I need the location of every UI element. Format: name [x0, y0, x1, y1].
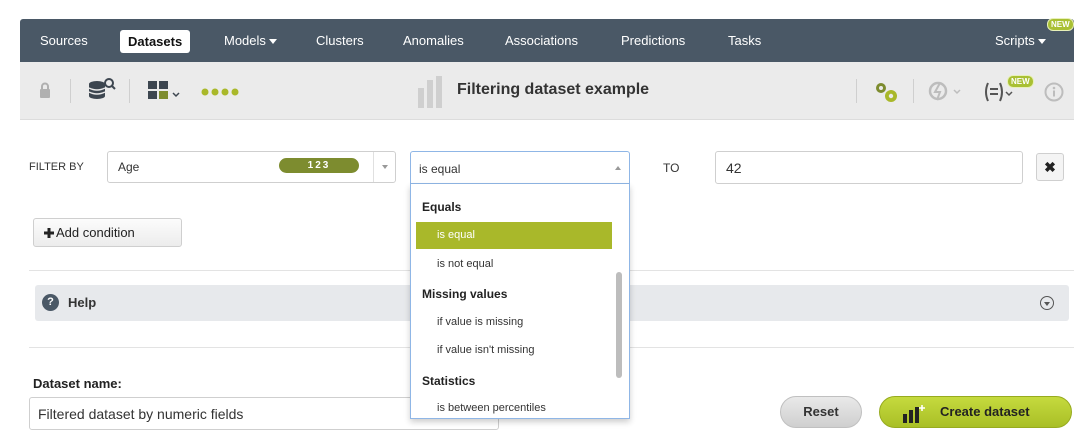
operator-select-value: is equal — [419, 162, 461, 176]
create-dataset-button[interactable]: Create dataset — [879, 396, 1072, 428]
nav-models[interactable]: Models — [224, 19, 277, 62]
fields-menu-icon[interactable] — [147, 80, 181, 102]
configure-gears-icon[interactable] — [872, 80, 900, 104]
add-condition-button[interactable]: Add condition — [33, 218, 182, 247]
page: Sources Datasets Models Clusters Anomali… — [0, 0, 1082, 441]
pagination-dots-icon[interactable] — [200, 87, 242, 97]
nav-clusters[interactable]: Clusters — [316, 19, 364, 62]
dataset-name-label: Dataset name: — [33, 376, 122, 391]
remove-condition-button[interactable]: ✖ — [1036, 153, 1064, 181]
nav-scripts-label: Scripts — [995, 33, 1035, 48]
add-condition-label: Add condition — [56, 225, 135, 240]
nav-tasks[interactable]: Tasks — [728, 19, 761, 62]
scripts-new-badge: NEW — [1047, 18, 1074, 31]
create-dataset-label: Create dataset — [940, 404, 1030, 419]
group-equals: Equals — [422, 200, 462, 214]
field-select-arrow[interactable] — [373, 152, 395, 182]
option-is-not-equal[interactable]: is not equal — [416, 251, 612, 278]
reset-button[interactable]: Reset — [780, 396, 862, 428]
nav-anomalies[interactable]: Anomalies — [403, 19, 464, 62]
dataset-bars-icon — [416, 76, 446, 108]
info-icon[interactable] — [1044, 82, 1064, 102]
nav-sources[interactable]: Sources — [40, 19, 88, 62]
top-navigation: Sources Datasets Models Clusters Anomali… — [20, 18, 1074, 62]
dataset-search-icon[interactable] — [87, 78, 117, 102]
help-label: Help — [68, 295, 97, 310]
dataset-title: Filtering dataset example — [457, 81, 650, 98]
create-dataset-icon — [902, 404, 926, 434]
nav-datasets[interactable]: Datasets — [120, 30, 191, 53]
group-missing-values: Missing values — [422, 287, 508, 301]
option-between-percentiles[interactable]: is between percentiles — [416, 395, 612, 418]
expand-toggle-icon[interactable] — [1040, 296, 1054, 310]
caret-down-icon — [268, 39, 277, 45]
numeric-type-badge: 123 — [279, 158, 359, 173]
field-select[interactable]: Age 123 — [107, 151, 396, 183]
chevron-up-icon — [615, 166, 621, 170]
one-click-actions-icon[interactable] — [927, 80, 963, 102]
formula-new-badge: NEW — [1007, 75, 1034, 88]
nav-predictions[interactable]: Predictions — [621, 19, 685, 62]
filter-value-input[interactable] — [715, 151, 1023, 184]
filter-by-label: FILTER BY — [29, 161, 84, 173]
lock-icon[interactable] — [38, 82, 52, 100]
option-is-equal[interactable]: is equal — [416, 222, 612, 249]
caret-down-icon — [1037, 39, 1046, 45]
nav-models-label: Models — [224, 33, 266, 48]
nav-associations[interactable]: Associations — [505, 19, 578, 62]
operator-dropdown-list: Equals is equal is not equal Missing val… — [410, 184, 630, 419]
group-statistics: Statistics — [422, 374, 476, 388]
plus-icon — [44, 228, 54, 238]
close-icon: ✖ — [1044, 158, 1056, 175]
operator-select[interactable]: is equal — [410, 151, 630, 184]
option-value-missing[interactable]: if value is missing — [416, 309, 612, 336]
chevron-down-icon — [381, 165, 388, 169]
field-select-value: Age — [118, 160, 140, 174]
to-label: TO — [663, 161, 680, 175]
dropdown-scrollbar[interactable] — [616, 272, 622, 378]
dataset-toolbar: Filtering dataset example NEW — [20, 62, 1074, 120]
option-value-not-missing[interactable]: if value isn't missing — [416, 337, 612, 364]
question-icon: ? — [42, 294, 59, 311]
nav-scripts[interactable]: Scripts — [995, 19, 1046, 62]
